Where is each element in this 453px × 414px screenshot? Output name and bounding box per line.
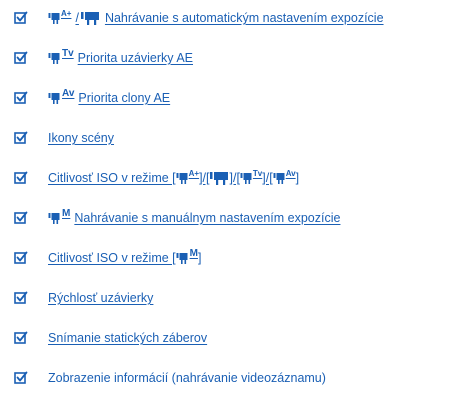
link-auto-exposure[interactable]: A+ / Nahrávanie s automatickým nastavení…	[48, 10, 384, 25]
movie-creative-icon	[210, 171, 230, 185]
item-label: Priorita clony AE	[78, 91, 171, 105]
list-item: Av Priorita clony AE	[14, 88, 170, 108]
movie-manual-icon: M	[176, 249, 198, 264]
checkmark-icon	[14, 371, 28, 385]
list-item: Rýchlosť uzávierky	[14, 288, 153, 308]
list-item: Zobrazenie informácií (nahrávanie videoz…	[14, 368, 326, 388]
movie-av-icon: Av	[48, 89, 74, 104]
list-item: M Nahrávanie s manuálnym nastavením expo…	[14, 208, 340, 228]
link-shutter-speed[interactable]: Rýchlosť uzávierky	[48, 291, 153, 305]
checkmark-icon	[14, 171, 28, 185]
link-iso-modes[interactable]: Citlivosť ISO v režime [ A+ ]/[ ]/[ Tv ]…	[48, 170, 299, 185]
item-label: Nahrávanie s automatickým nastavením exp…	[104, 11, 384, 25]
movie-auto-exposure-icon: A+	[176, 170, 199, 184]
movie-manual-icon: M	[48, 209, 70, 224]
checkmark-icon	[14, 251, 28, 265]
movie-av-icon: Av	[273, 170, 296, 184]
list-item: Tv Priorita uzávierky AE	[14, 48, 193, 68]
list-item: Ikony scény	[14, 128, 114, 148]
item-label: Nahrávanie s manuálnym nastavením expozí…	[74, 211, 341, 225]
movie-tv-icon: Tv	[240, 170, 262, 184]
link-aperture-priority[interactable]: Av Priorita clony AE	[48, 89, 171, 105]
item-label: Priorita uzávierky AE	[77, 51, 193, 65]
checkmark-icon	[14, 11, 28, 25]
checkmark-icon	[14, 331, 28, 345]
link-iso-manual[interactable]: Citlivosť ISO v režime [ M ]	[48, 249, 201, 266]
checkmark-icon	[14, 211, 28, 225]
movie-creative-icon	[81, 11, 101, 25]
item-label: Citlivosť ISO v režime [	[48, 171, 176, 185]
checkmark-icon	[14, 131, 28, 145]
checkmark-icon	[14, 291, 28, 305]
link-manual-exposure[interactable]: M Nahrávanie s manuálnym nastavením expo…	[48, 209, 341, 225]
list-item: Citlivosť ISO v režime [ A+ ]/[ ]/[ Tv ]…	[14, 168, 299, 188]
list-item: Citlivosť ISO v režime [ M ]	[14, 248, 201, 268]
list-item: Snímanie statických záberov	[14, 328, 207, 348]
movie-tv-icon: Tv	[48, 49, 74, 64]
list-item: A+ / Nahrávanie s automatickým nastavení…	[14, 8, 384, 28]
item-label: Citlivosť ISO v režime [	[48, 251, 176, 265]
movie-auto-exposure-icon: A+	[48, 10, 71, 24]
checkmark-icon	[14, 51, 28, 65]
link-still-shooting[interactable]: Snímanie statických záberov	[48, 331, 207, 345]
item-label-info-display: Zobrazenie informácií (nahrávanie videoz…	[48, 371, 326, 385]
link-scene-icons[interactable]: Ikony scény	[48, 131, 114, 145]
checkmark-icon	[14, 91, 28, 105]
link-shutter-priority[interactable]: Tv Priorita uzávierky AE	[48, 49, 193, 65]
